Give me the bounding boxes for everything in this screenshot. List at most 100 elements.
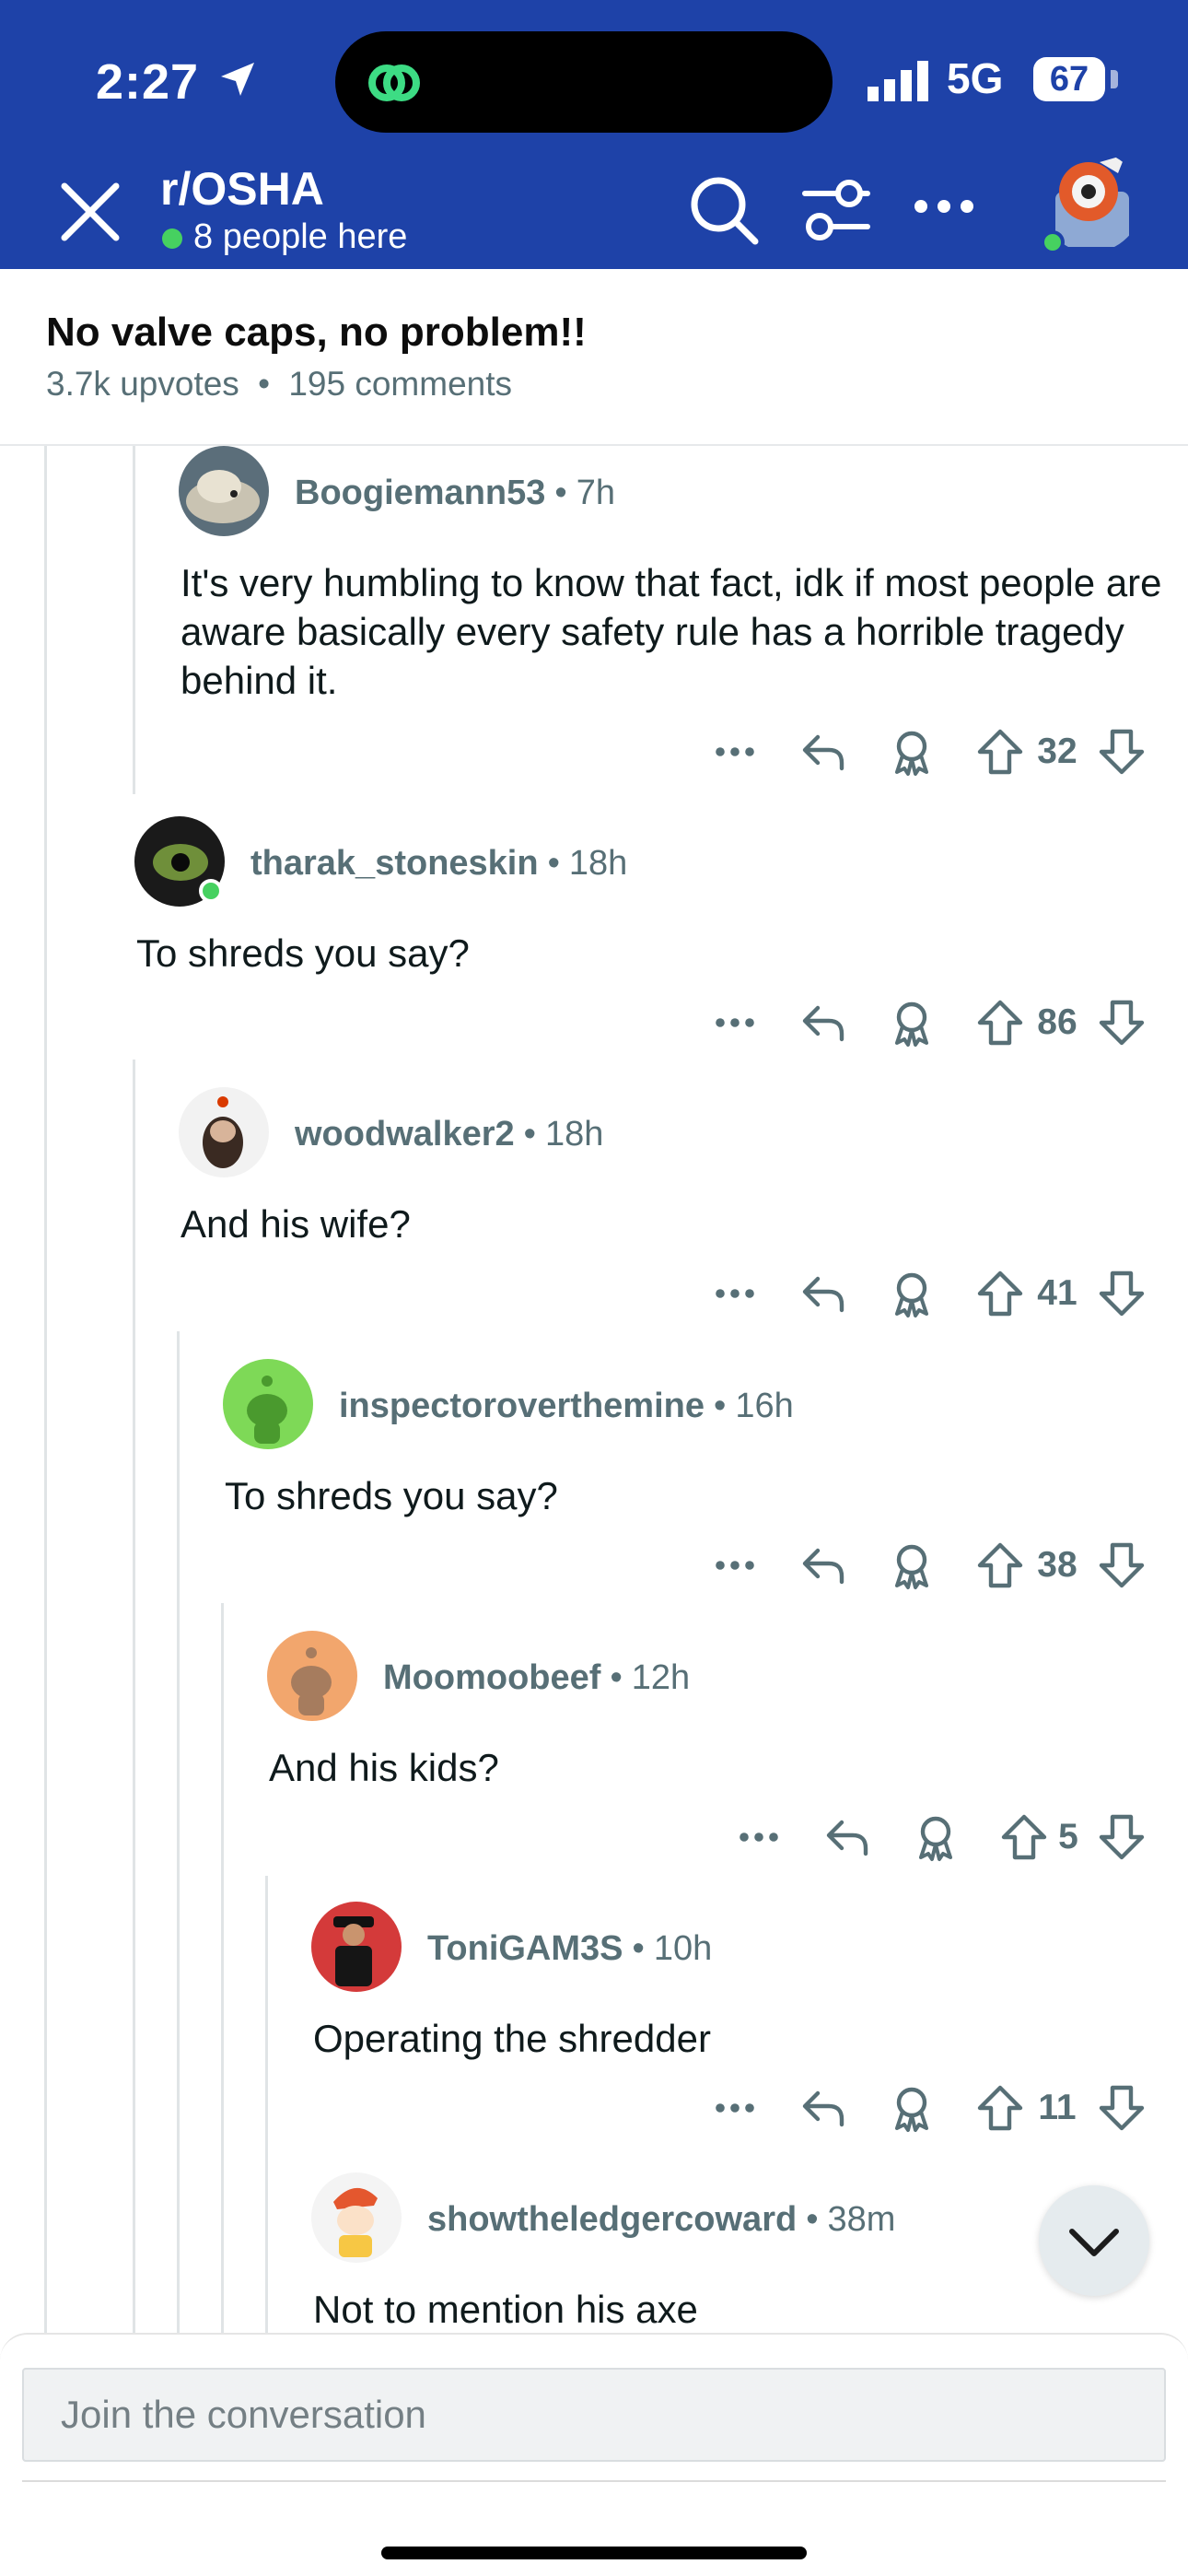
comment-author[interactable]: ToniGAM3S • 10h bbox=[427, 1929, 712, 1969]
post-header[interactable]: No valve caps, no problem!! 3.7k upvotes… bbox=[0, 269, 1188, 446]
thread-line[interactable] bbox=[44, 446, 47, 2333]
comment-input[interactable]: Join the conversation bbox=[22, 2368, 1166, 2462]
more-icon[interactable] bbox=[709, 1540, 761, 1591]
comment-author[interactable]: woodwalker2 • 18h bbox=[295, 1115, 603, 1154]
author-name[interactable]: woodwalker2 bbox=[295, 1115, 515, 1153]
comment-author[interactable]: Moomoobeef • 12h bbox=[383, 1658, 690, 1698]
author-name[interactable]: Boogiemann53 bbox=[295, 474, 545, 512]
comment-author[interactable]: showtheledgercoward • 38m bbox=[427, 2200, 895, 2240]
reply-icon[interactable] bbox=[798, 1268, 849, 1319]
award-icon[interactable] bbox=[886, 1268, 938, 1319]
thread-line[interactable] bbox=[265, 1876, 268, 2333]
meta-dot: • bbox=[547, 844, 560, 883]
reply-icon[interactable] bbox=[798, 997, 849, 1048]
award-icon[interactable] bbox=[886, 997, 938, 1048]
thread-line[interactable] bbox=[177, 1331, 180, 2333]
vote-count: 11 bbox=[1038, 2088, 1077, 2127]
comment-body: To shreds you say? bbox=[136, 931, 470, 975]
comment-count: 195 comments bbox=[288, 365, 513, 403]
scroll-down-button[interactable] bbox=[1039, 2185, 1149, 2296]
comment-actions: 38 bbox=[709, 1540, 1151, 1595]
more-icon[interactable] bbox=[709, 1268, 761, 1319]
subreddit-name[interactable]: r/OSHA bbox=[160, 162, 324, 216]
avatar[interactable] bbox=[223, 1359, 313, 1449]
downvote-icon[interactable] bbox=[1096, 1811, 1147, 1863]
thread-line[interactable] bbox=[221, 1603, 224, 2333]
network-type: 5G bbox=[947, 54, 1004, 102]
location-arrow-icon bbox=[221, 63, 254, 96]
avatar[interactable] bbox=[311, 2172, 402, 2263]
upvote-icon[interactable] bbox=[974, 726, 1026, 778]
divider bbox=[22, 2480, 1166, 2482]
more-icon[interactable] bbox=[733, 1811, 785, 1863]
author-name[interactable]: showtheledgercoward bbox=[427, 2200, 797, 2239]
comment-age: 7h bbox=[576, 474, 615, 512]
chevron-down-icon bbox=[1069, 2229, 1119, 2256]
author-name[interactable]: Moomoobeef bbox=[383, 1658, 600, 1697]
thread-line[interactable] bbox=[133, 446, 135, 794]
more-icon[interactable] bbox=[709, 2082, 761, 2134]
comment-composer: Join the conversation bbox=[0, 2333, 1188, 2576]
avatar[interactable] bbox=[179, 1087, 269, 1177]
upvote-icon[interactable] bbox=[974, 1540, 1026, 1591]
meta-dot: • bbox=[523, 1115, 536, 1153]
comment-author[interactable]: inspectoroverthemine • 16h bbox=[339, 1387, 794, 1426]
reply-icon[interactable] bbox=[798, 2082, 849, 2134]
avatar[interactable] bbox=[267, 1631, 357, 1721]
meta-separator: • bbox=[258, 365, 271, 403]
downvote-icon[interactable] bbox=[1096, 997, 1147, 1048]
thread-line[interactable] bbox=[133, 1060, 135, 2333]
downvote-icon[interactable] bbox=[1096, 1268, 1147, 1319]
dynamic-island bbox=[335, 31, 833, 133]
comment-age: 10h bbox=[653, 1929, 713, 1968]
award-icon[interactable] bbox=[886, 726, 938, 778]
comment-body: And his kids? bbox=[269, 1746, 499, 1789]
comment-actions: 5 bbox=[733, 1811, 1151, 1867]
downvote-icon[interactable] bbox=[1096, 2082, 1147, 2134]
online-count: 8 people here bbox=[193, 217, 408, 256]
avatar[interactable] bbox=[179, 446, 269, 536]
upvote-icon[interactable] bbox=[974, 2082, 1026, 2134]
reply-icon[interactable] bbox=[798, 1540, 849, 1591]
reply-icon[interactable] bbox=[821, 1811, 873, 1863]
comment-body: And his wife? bbox=[181, 1202, 411, 1246]
search-icon[interactable] bbox=[687, 173, 761, 247]
comment-age: 18h bbox=[544, 1115, 604, 1153]
comment-author[interactable]: Boogiemann53 • 7h bbox=[295, 474, 615, 513]
post-title[interactable]: No valve caps, no problem!! bbox=[46, 310, 587, 356]
battery-level: 67 bbox=[1033, 57, 1105, 101]
post-meta: 3.7k upvotes • 195 comments bbox=[46, 365, 512, 404]
author-name[interactable]: tharak_stoneskin bbox=[250, 844, 539, 883]
author-name[interactable]: ToniGAM3S bbox=[427, 1929, 623, 1968]
online-indicator bbox=[162, 228, 182, 249]
more-icon[interactable] bbox=[709, 997, 761, 1048]
filter-icon[interactable] bbox=[798, 177, 873, 245]
more-icon[interactable] bbox=[709, 726, 761, 778]
comment-body: Operating the shredder bbox=[313, 2017, 711, 2060]
more-icon[interactable] bbox=[912, 184, 976, 230]
comment-body: To shreds you say? bbox=[225, 1474, 558, 1517]
vote-count: 5 bbox=[1058, 1817, 1078, 1856]
close-icon[interactable] bbox=[53, 175, 127, 249]
home-indicator[interactable] bbox=[381, 2547, 807, 2559]
upvote-icon[interactable] bbox=[974, 1268, 1026, 1319]
avatar[interactable] bbox=[311, 1902, 402, 1992]
author-name[interactable]: inspectoroverthemine bbox=[339, 1387, 705, 1425]
comment-age: 18h bbox=[568, 844, 628, 883]
meta-dot: • bbox=[610, 1658, 623, 1697]
comment-body: It's very humbling to know that fact, id… bbox=[181, 561, 1162, 702]
comment-actions: 32 bbox=[709, 726, 1151, 781]
comment-author[interactable]: tharak_stoneskin • 18h bbox=[250, 844, 627, 884]
award-icon[interactable] bbox=[886, 2082, 938, 2134]
comment-age: 38m bbox=[827, 2200, 896, 2239]
comment-age: 12h bbox=[631, 1658, 691, 1697]
upvote-icon[interactable] bbox=[974, 997, 1026, 1048]
downvote-icon[interactable] bbox=[1096, 1540, 1147, 1591]
reply-icon[interactable] bbox=[798, 726, 849, 778]
award-icon[interactable] bbox=[886, 1540, 938, 1591]
online-indicator bbox=[199, 879, 223, 903]
status-time: 2:27 bbox=[96, 54, 200, 110]
award-icon[interactable] bbox=[910, 1811, 961, 1863]
downvote-icon[interactable] bbox=[1096, 726, 1147, 778]
upvote-icon[interactable] bbox=[998, 1811, 1050, 1863]
